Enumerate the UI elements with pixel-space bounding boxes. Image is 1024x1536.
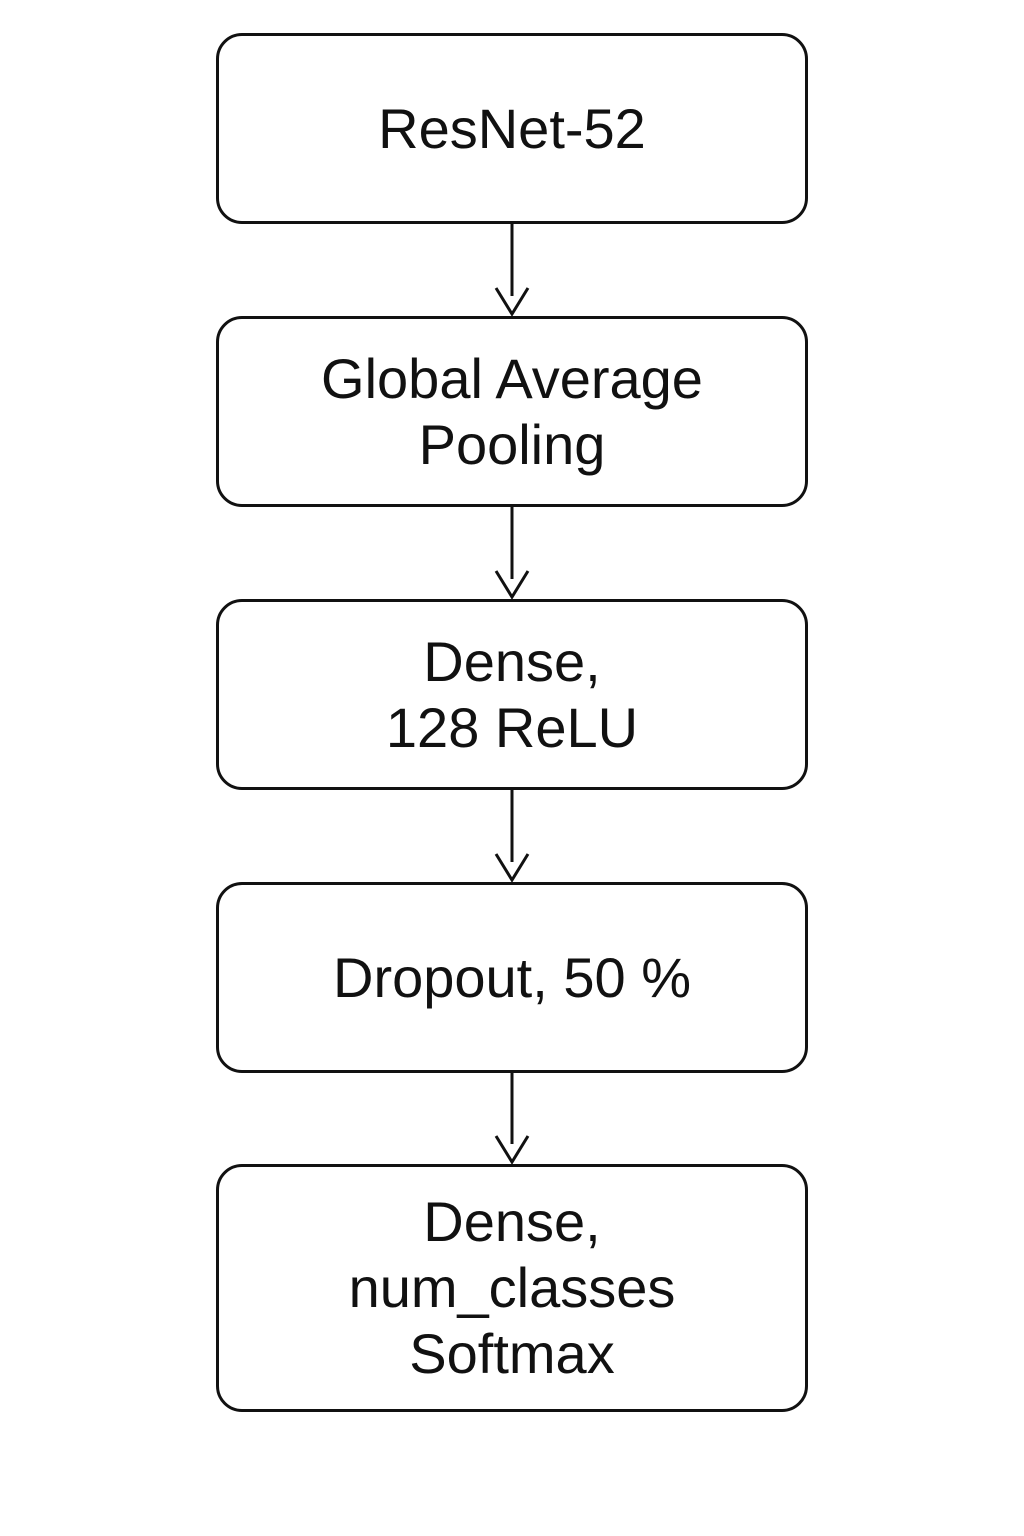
node-label-line: Softmax (409, 1322, 615, 1385)
node-resnet-52: ResNet-52 (216, 33, 808, 224)
node-dense-softmax: Dense, num_classes Softmax (216, 1164, 808, 1412)
arrow-dense-relu-to-dropout (494, 790, 530, 883)
node-label-line: Dense, (423, 1190, 601, 1253)
node-global-average-pooling: Global Average Pooling (216, 316, 808, 507)
arrow-dropout-to-dense-softmax (494, 1073, 530, 1165)
node-label-line: Global Average (321, 346, 703, 410)
node-dense-relu: Dense, 128 ReLU (216, 599, 808, 790)
node-label-line: num_classes (348, 1256, 676, 1319)
arrow-gap-to-dense-relu (494, 507, 530, 600)
node-dropout: Dropout, 50 % (216, 882, 808, 1073)
node-label-line: ResNet-52 (378, 96, 646, 160)
node-label-line: Dense, (423, 629, 601, 693)
node-label-line: 128 ReLU (385, 695, 639, 759)
arrow-resnet-to-gap (494, 224, 530, 317)
node-label-line: Dropout, 50 % (333, 945, 691, 1009)
node-label-line: Pooling (418, 412, 606, 476)
